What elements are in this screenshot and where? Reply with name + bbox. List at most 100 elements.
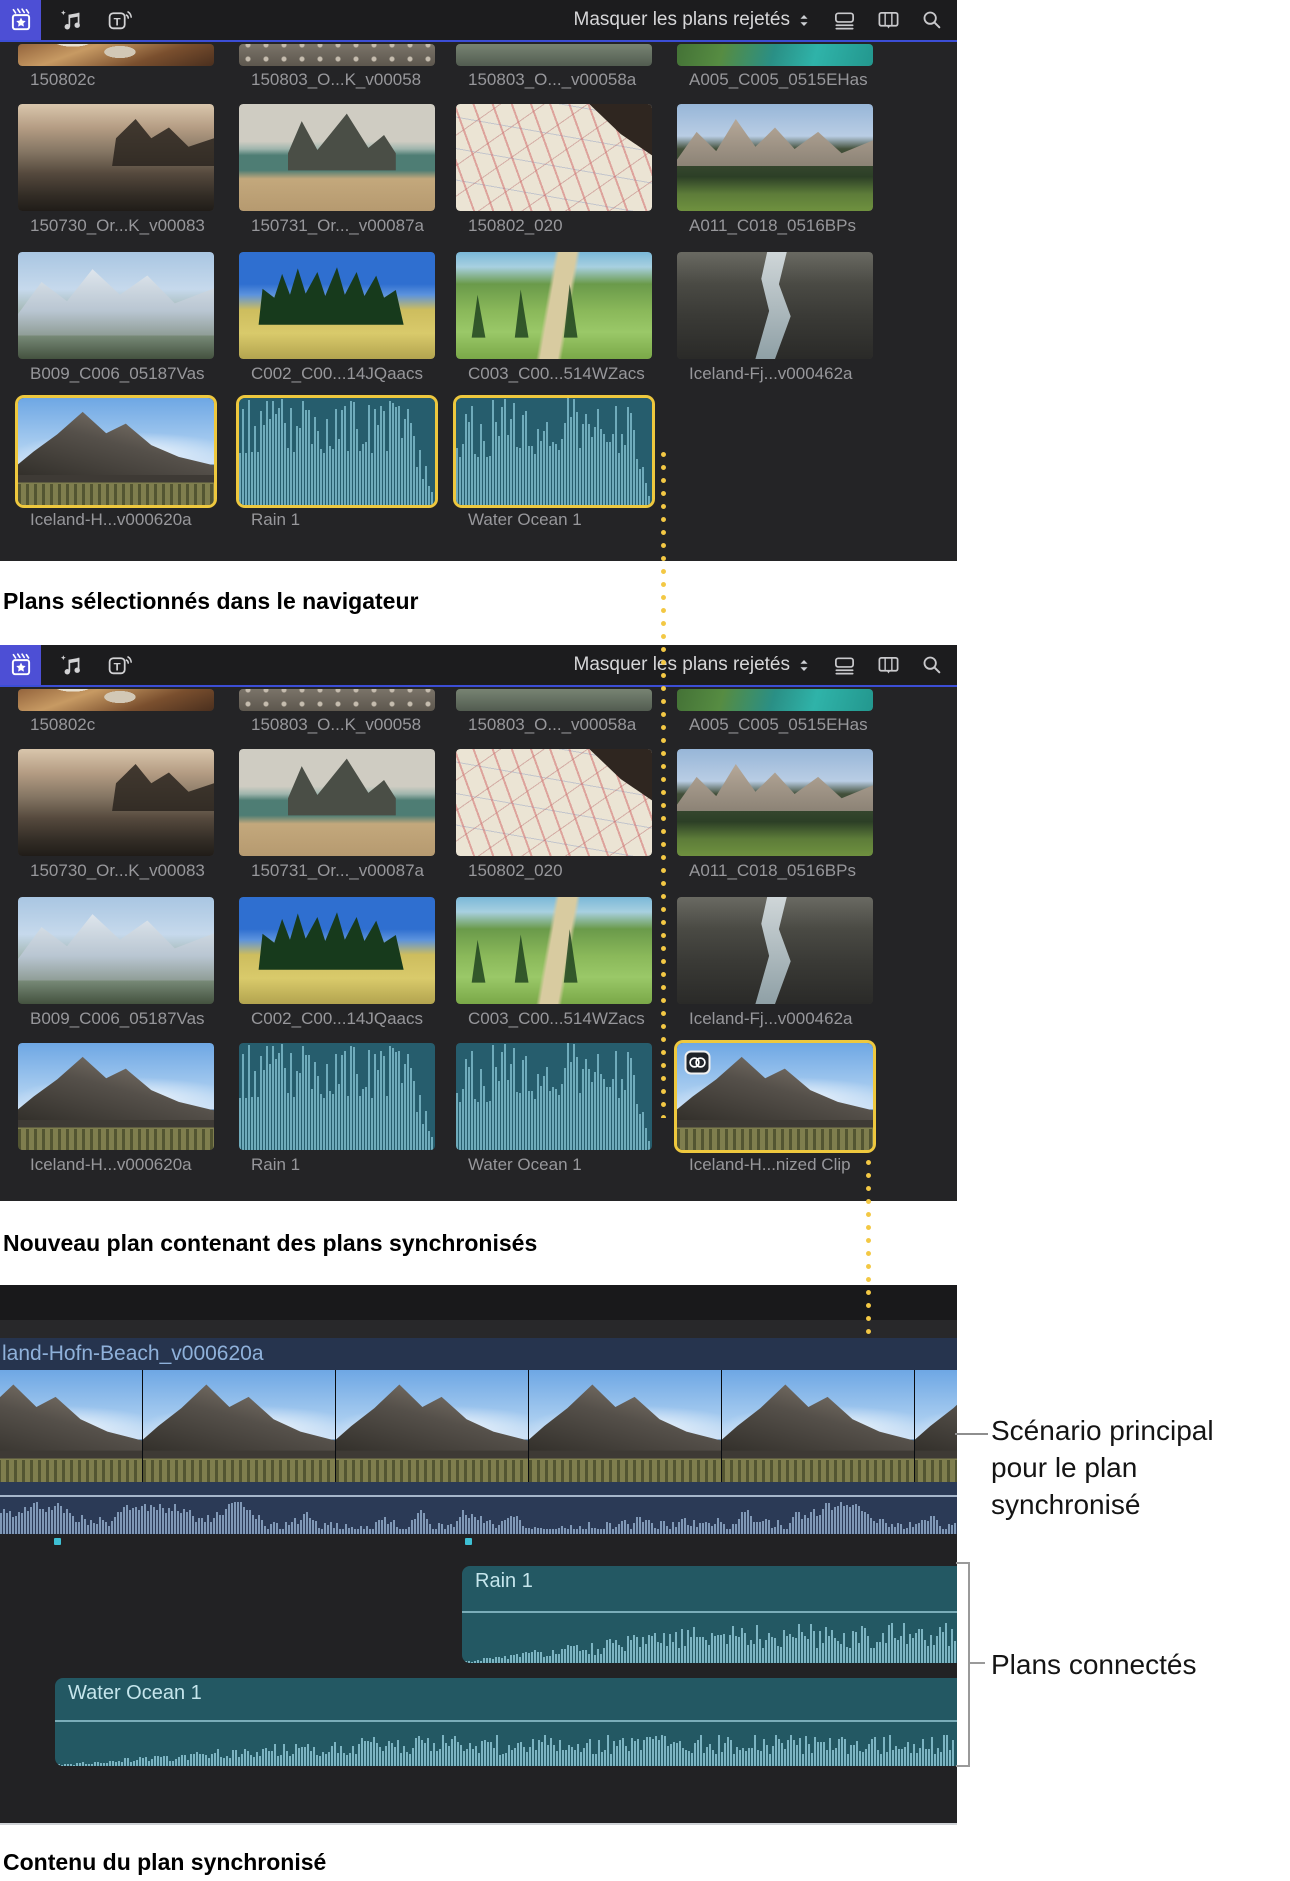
thumbnail-art-seastacks <box>239 749 435 856</box>
clip-name: 150803_O...K_v00058 <box>251 70 422 89</box>
filmstrip-frame[interactable] <box>529 1370 722 1482</box>
filmstrip-frame[interactable] <box>915 1370 957 1482</box>
clip-a005-c005-0515ehas[interactable] <box>677 44 873 66</box>
clip-appearance-icon[interactable] <box>833 9 856 32</box>
filmstrip-frame[interactable] <box>336 1370 529 1482</box>
media-music-icon[interactable] <box>60 8 85 33</box>
clip-name: C002_C00...14JQaacs <box>251 364 423 383</box>
clip-name: B009_C006_05187Vas <box>30 1009 205 1028</box>
clip-name: 150802c <box>30 715 96 734</box>
clip-iceland-h-v000620a[interactable] <box>18 398 214 505</box>
clip-name: A005_C005_0515EHas <box>689 715 868 734</box>
titles-icon[interactable]: T <box>107 8 132 33</box>
clip-150803-o-k-v00058[interactable] <box>239 44 435 66</box>
clip-name: C002_C00...14JQaacs <box>251 1009 423 1028</box>
primary-clip-filmstrip <box>0 1370 957 1482</box>
thumbnail-art-shallow <box>456 689 652 711</box>
thumbnail-art-cypress <box>239 897 435 1004</box>
thumbnail-art-map <box>456 104 652 211</box>
clip-iceland-h-nized-clip[interactable] <box>677 1043 873 1150</box>
clip-name: Iceland-Fj...v000462a <box>689 1009 853 1028</box>
filmstrip-frame[interactable] <box>722 1370 915 1482</box>
chevron-updown-icon <box>800 14 808 26</box>
clip-a005-c005-0515ehas[interactable] <box>677 689 873 711</box>
dotted-connector-selection-to-sync <box>661 452 666 1118</box>
clip-150802-020[interactable] <box>456 749 652 856</box>
thumbnail-art-rocky <box>18 104 214 211</box>
clip-150731-or-v00087a[interactable] <box>239 104 435 211</box>
clip-rain-1[interactable] <box>239 1043 435 1150</box>
audio-waveform-thumbnail <box>239 398 435 505</box>
clip-name: Rain 1 <box>251 1155 301 1174</box>
clip-150731-or-v00087a[interactable] <box>239 749 435 856</box>
hide-rejected-label: Masquer les plans rejetés <box>573 654 791 675</box>
connected-clip-title: Rain 1 <box>475 1570 533 1592</box>
clip-water-ocean-1[interactable] <box>456 1043 652 1150</box>
titles-icon[interactable]: T <box>107 653 132 678</box>
clip-name: Water Ocean 1 <box>468 510 582 529</box>
hide-rejected-filter[interactable]: Masquer les plans rejetés <box>574 654 813 676</box>
primary-storyline-clip[interactable]: land-Hofn-Beach_v000620a <box>0 1338 957 1534</box>
clip-150803-o-v00058a[interactable] <box>456 689 652 711</box>
clip-150803-o-v00058a[interactable] <box>456 44 652 66</box>
search-icon[interactable] <box>921 654 943 676</box>
filmstrip-frame[interactable] <box>143 1370 336 1482</box>
thumbnail-art-dolomites <box>677 749 873 856</box>
timeline-marker[interactable] <box>54 1538 61 1545</box>
clip-a011-c018-0516bps[interactable] <box>677 749 873 856</box>
clip-b009-c006-05187vas[interactable] <box>18 252 214 359</box>
hide-rejected-filter[interactable]: Masquer les plans rejetés <box>574 9 813 31</box>
thumbnail-art-snowy <box>18 897 214 1004</box>
filmstrip-frame[interactable] <box>0 1370 143 1482</box>
clip-water-ocean-1[interactable] <box>456 398 652 505</box>
clip-150802-020[interactable] <box>456 104 652 211</box>
media-music-icon[interactable] <box>60 653 85 678</box>
svg-text:T: T <box>114 661 121 673</box>
clapper-star-icon[interactable] <box>0 645 41 685</box>
clip-iceland-fj-v000462a[interactable] <box>677 252 873 359</box>
connected-clip-rain[interactable]: Rain 1 <box>462 1566 957 1663</box>
clip-150803-o-k-v00058[interactable] <box>239 689 435 711</box>
clip-c003-c00-514wzacs[interactable] <box>456 897 652 1004</box>
audio-waveform-thumbnail <box>239 1043 435 1150</box>
primary-clip-title: land-Hofn-Beach_v000620a <box>0 1338 957 1370</box>
filmstrip-icon[interactable] <box>877 9 900 32</box>
timeline-marker[interactable] <box>465 1538 472 1545</box>
thumbnail-art-coast <box>677 689 873 711</box>
search-icon[interactable] <box>921 9 943 31</box>
clip-a011-c018-0516bps[interactable] <box>677 104 873 211</box>
clapper-star-icon[interactable] <box>0 0 41 40</box>
thumbnail-art-rocky <box>18 749 214 856</box>
clip-150730-or-k-v00083[interactable] <box>18 749 214 856</box>
callout-line-primary-storyline <box>955 1433 988 1435</box>
thumbnail-art-map <box>456 749 652 856</box>
primary-clip-audio-waveform <box>0 1482 957 1534</box>
clip-appearance-icon[interactable] <box>833 654 856 677</box>
clip-150802c[interactable] <box>18 689 214 711</box>
clip-150802c[interactable] <box>18 44 214 66</box>
filmstrip-icon[interactable] <box>877 654 900 677</box>
clip-rain-1[interactable] <box>239 398 435 505</box>
clip-c003-c00-514wzacs[interactable] <box>456 252 652 359</box>
clip-name: Iceland-H...v000620a <box>30 1155 192 1174</box>
browser-accent-line <box>0 685 957 687</box>
audio-waveform <box>462 1611 957 1663</box>
svg-text:T: T <box>114 16 121 28</box>
clip-c002-c00-14jqaacs[interactable] <box>239 252 435 359</box>
clip-iceland-fj-v000462a[interactable] <box>677 897 873 1004</box>
thumbnail-art-snowy <box>18 252 214 359</box>
clip-c002-c00-14jqaacs[interactable] <box>239 897 435 1004</box>
clip-iceland-h-v000620a[interactable] <box>18 1043 214 1150</box>
callout-line-connected-clips <box>968 1662 985 1664</box>
clip-name: 150802_020 <box>468 861 563 880</box>
clip-name: A011_C018_0516BPs <box>689 216 856 235</box>
browser-panel-selected-clips: T Masquer les plans rejetés 150802c 1508… <box>0 0 957 561</box>
clip-150730-or-k-v00083[interactable] <box>18 104 214 211</box>
thumbnail-art-food <box>18 44 214 66</box>
thumbnail-art-canyon <box>677 897 873 1004</box>
connected-clip-water-ocean[interactable]: Water Ocean 1 <box>55 1678 957 1766</box>
synchronized-badge-icon <box>684 1050 711 1075</box>
timeline-upper-strip <box>0 1320 957 1338</box>
thumbnail-art-tuscany <box>456 252 652 359</box>
clip-b009-c006-05187vas[interactable] <box>18 897 214 1004</box>
